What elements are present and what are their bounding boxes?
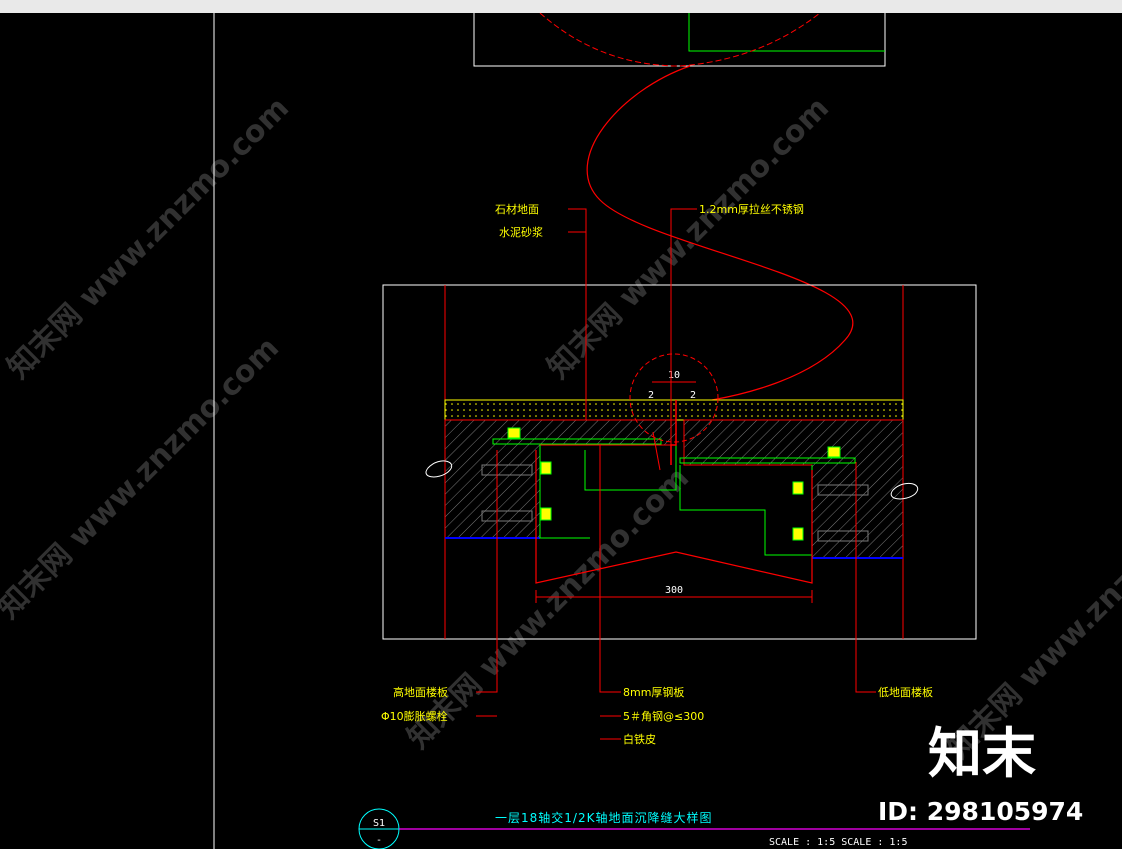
dimension-width: 300 — [665, 585, 683, 596]
stone-floor-layer — [444, 399, 904, 421]
label-cement-mortar: 水泥砂浆 — [499, 225, 543, 239]
top-gap-dimension: 10 2 2 — [648, 370, 696, 401]
drawing-title: 一层18轴交1/2K轴地面沉降缝大样图 — [495, 810, 712, 825]
logo-id: ID: 298105974 — [878, 797, 1083, 826]
label-leaders-bottom-center — [599, 444, 621, 740]
label-stainless: 1.2mm厚拉丝不锈钢 — [699, 202, 804, 216]
brand-logo: 知末 ID: 298105974 — [878, 722, 1083, 826]
dimension-top-gap: 10 — [668, 370, 680, 381]
label-galvanized: 白铁皮 — [623, 732, 656, 746]
label-high-ground-slab: 高地面楼板 — [393, 685, 448, 699]
dimension-small-left: 2 — [648, 390, 654, 401]
logo-name: 知末 — [928, 722, 1036, 785]
scale-text: SCALE : 1:5 SCALE : 1:5 — [769, 837, 907, 848]
label-stone-floor: 石材地面 — [495, 202, 539, 216]
top-toolbar-strip — [0, 0, 1122, 13]
upper-detail-frame — [473, 13, 886, 67]
label-angle-steel: 5＃角钢@≤300 — [623, 710, 704, 723]
label-steel-plate: 8mm厚钢板 — [623, 685, 684, 699]
dimension-small-right: 2 — [690, 390, 696, 401]
symbol-top: S1 — [373, 818, 385, 829]
label-low-ground-slab: 低地面楼板 — [878, 685, 933, 699]
label-anchor-bolt: Φ10膨胀螺栓 — [381, 709, 448, 723]
cad-drawing-canvas: 知末网 www.znzmo.com 知末网 www.znzmo.com 知末网 … — [0, 13, 1122, 849]
symbol-bottom: - — [376, 835, 382, 846]
watermark-text: 知末网 www.znzmo.com — [541, 91, 836, 386]
label-leaders-top-left — [568, 208, 587, 420]
watermark-text: 知末网 www.znzmo.com — [0, 331, 286, 626]
